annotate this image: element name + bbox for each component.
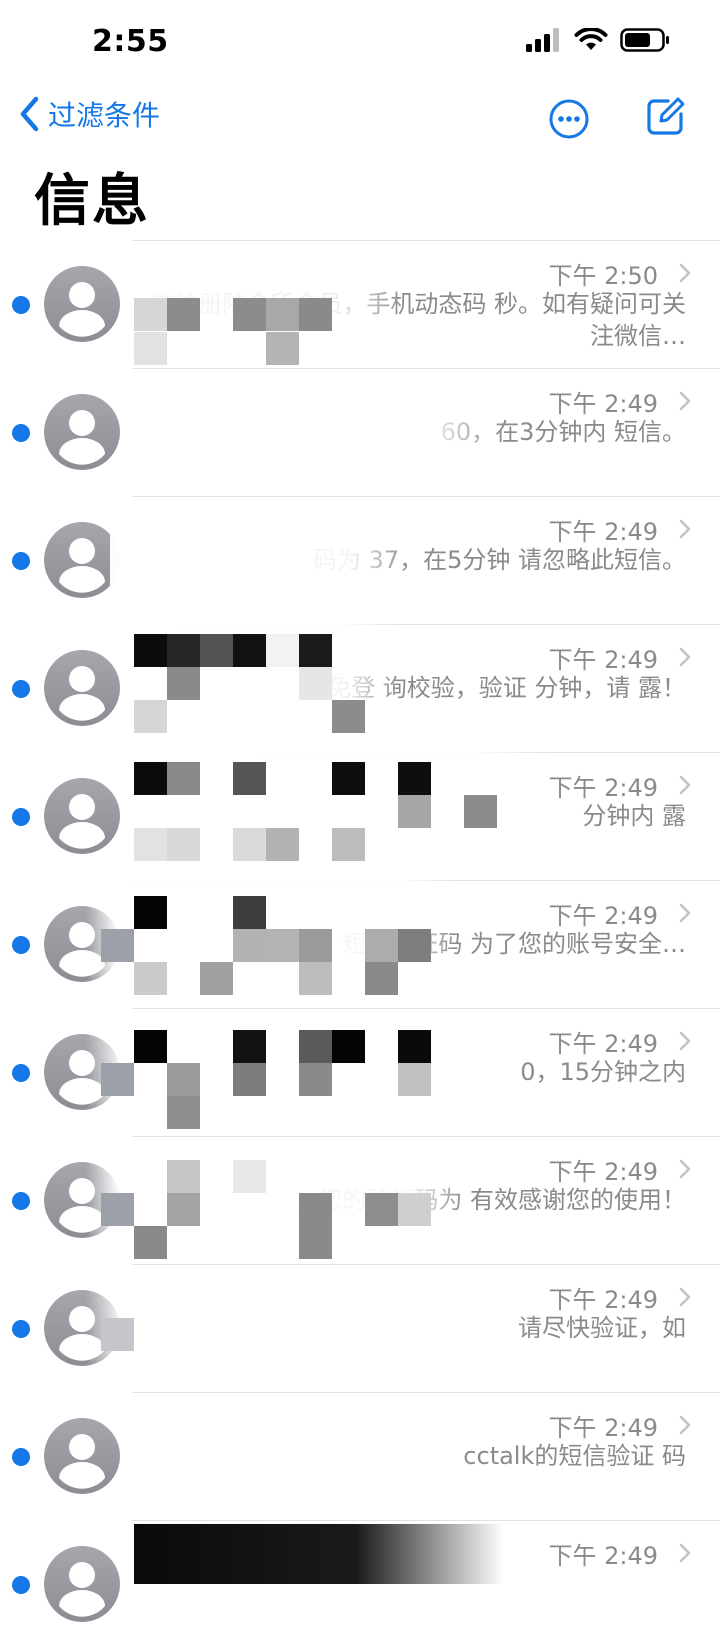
- chevron-right-icon: [679, 1543, 691, 1563]
- page-title: 信息: [34, 169, 150, 234]
- conversation-row[interactable]: 下午 2:49 cctalk的短信验证 码: [0, 1392, 720, 1520]
- signal-icon: [526, 28, 559, 52]
- unread-indicator: [12, 1448, 30, 1466]
- unread-indicator: [12, 1192, 30, 1210]
- conversation-row[interactable]: 下午 2:49 行免登 询校验，验证 分钟，请 露！: [0, 624, 720, 752]
- conversation-row[interactable]: 下午 2:49 ，您的验证码为 有效感谢您的使用！: [0, 1136, 720, 1264]
- chevron-right-icon: [679, 1287, 691, 1307]
- unread-indicator: [12, 1576, 30, 1594]
- contact-avatar-icon: [44, 778, 120, 854]
- chevron-right-icon: [679, 1031, 691, 1051]
- contact-avatar-icon: [44, 650, 120, 726]
- row-divider: [132, 1136, 720, 1137]
- redaction-mosaic: [86, 1146, 466, 1264]
- row-divider: [132, 1264, 720, 1265]
- unread-indicator: [12, 680, 30, 698]
- row-divider: [132, 1520, 720, 1521]
- contact-avatar-icon: [44, 1546, 120, 1622]
- status-bar: 2:55: [0, 0, 720, 90]
- navigation-bar: 过滤条件: [0, 90, 720, 150]
- redaction-mosaic: [134, 268, 404, 368]
- chevron-right-icon: [679, 519, 691, 539]
- compose-icon: [647, 97, 685, 135]
- redaction-mosaic: [120, 624, 400, 752]
- conversation-row[interactable]: 下午 2:49 请尽快验证，如: [0, 1264, 720, 1392]
- conversation-row[interactable]: 下午 2:49 60，在3分钟内 短信。: [0, 368, 720, 496]
- chevron-right-icon: [679, 903, 691, 923]
- unread-indicator: [12, 808, 30, 826]
- unread-indicator: [12, 1064, 30, 1082]
- row-divider: [132, 496, 720, 497]
- contact-avatar-icon: [44, 266, 120, 342]
- redaction-mosaic: [110, 510, 410, 620]
- row-divider: [132, 1392, 720, 1393]
- chevron-right-icon: [679, 1415, 691, 1435]
- redaction-mosaic: [86, 880, 456, 1008]
- redaction-mosaic: [134, 1524, 504, 1584]
- redaction-mosaic: [134, 382, 504, 492]
- message-time: 下午 2:49: [548, 518, 658, 546]
- message-time: 下午 2:49: [548, 390, 658, 418]
- unread-indicator: [12, 552, 30, 570]
- contact-avatar-icon: [44, 394, 120, 470]
- back-button[interactable]: 过滤条件: [18, 94, 160, 134]
- back-button-label: 过滤条件: [48, 99, 161, 132]
- chevron-right-icon: [679, 775, 691, 795]
- message-time: 下午 2:49: [548, 646, 658, 674]
- compose-button[interactable]: [644, 94, 688, 142]
- more-options-button[interactable]: [548, 98, 590, 144]
- conversation-row[interactable]: 下午 2:49 0，15分钟之内: [0, 1008, 720, 1136]
- conversation-row[interactable]: 下午 2:49 分钟内 露: [0, 752, 720, 880]
- battery-icon: [620, 28, 669, 52]
- unread-indicator: [12, 936, 30, 954]
- chevron-right-icon: [679, 263, 691, 283]
- chevron-left-icon: [20, 96, 39, 132]
- row-divider: [132, 1008, 720, 1009]
- chevron-right-icon: [679, 391, 691, 411]
- status-icons: [526, 28, 670, 52]
- conversation-row[interactable]: 下午 2:49: [0, 1520, 720, 1648]
- chevron-right-icon: [679, 1159, 691, 1179]
- message-time: 下午 2:49: [548, 902, 658, 930]
- redaction-mosaic: [120, 752, 550, 880]
- unread-indicator: [12, 296, 30, 314]
- conversation-row[interactable]: 下午 2:49 注册，短信验证码 为了您的账号安全…: [0, 880, 720, 1008]
- message-time: 下午 2:49: [548, 1542, 658, 1570]
- message-time: 下午 2:49: [548, 1030, 658, 1058]
- conversation-row[interactable]: 下午 2:49 码为 37，在5分钟 请忽略此短信。: [0, 496, 720, 624]
- conversation-list: 下午 2:50 在注册陆金所会员，手机动态码 秒。如有疑问可关注微信… 下午 2…: [0, 240, 720, 1648]
- message-time: 下午 2:49: [548, 1286, 658, 1314]
- message-time: 下午 2:49: [548, 774, 658, 802]
- status-time: 2:55: [92, 24, 169, 59]
- unread-indicator: [12, 424, 30, 442]
- redaction-mosaic: [86, 1274, 526, 1392]
- wifi-icon: [574, 28, 608, 50]
- chevron-right-icon: [679, 647, 691, 667]
- row-divider: [132, 368, 720, 369]
- ellipsis-circle-icon: [549, 99, 589, 139]
- redaction-mosaic: [150, 1406, 470, 1516]
- conversation-row[interactable]: 下午 2:50 在注册陆金所会员，手机动态码 秒。如有疑问可关注微信…: [0, 240, 720, 368]
- message-time: 下午 2:49: [548, 1414, 658, 1442]
- contact-avatar-icon: [44, 1418, 120, 1494]
- message-time: 下午 2:49: [548, 1158, 658, 1186]
- redaction-mosaic: [86, 1018, 526, 1136]
- message-time: 下午 2:50: [548, 262, 658, 290]
- contact-avatar-icon: [44, 522, 120, 598]
- row-divider: [132, 240, 720, 241]
- unread-indicator: [12, 1320, 30, 1338]
